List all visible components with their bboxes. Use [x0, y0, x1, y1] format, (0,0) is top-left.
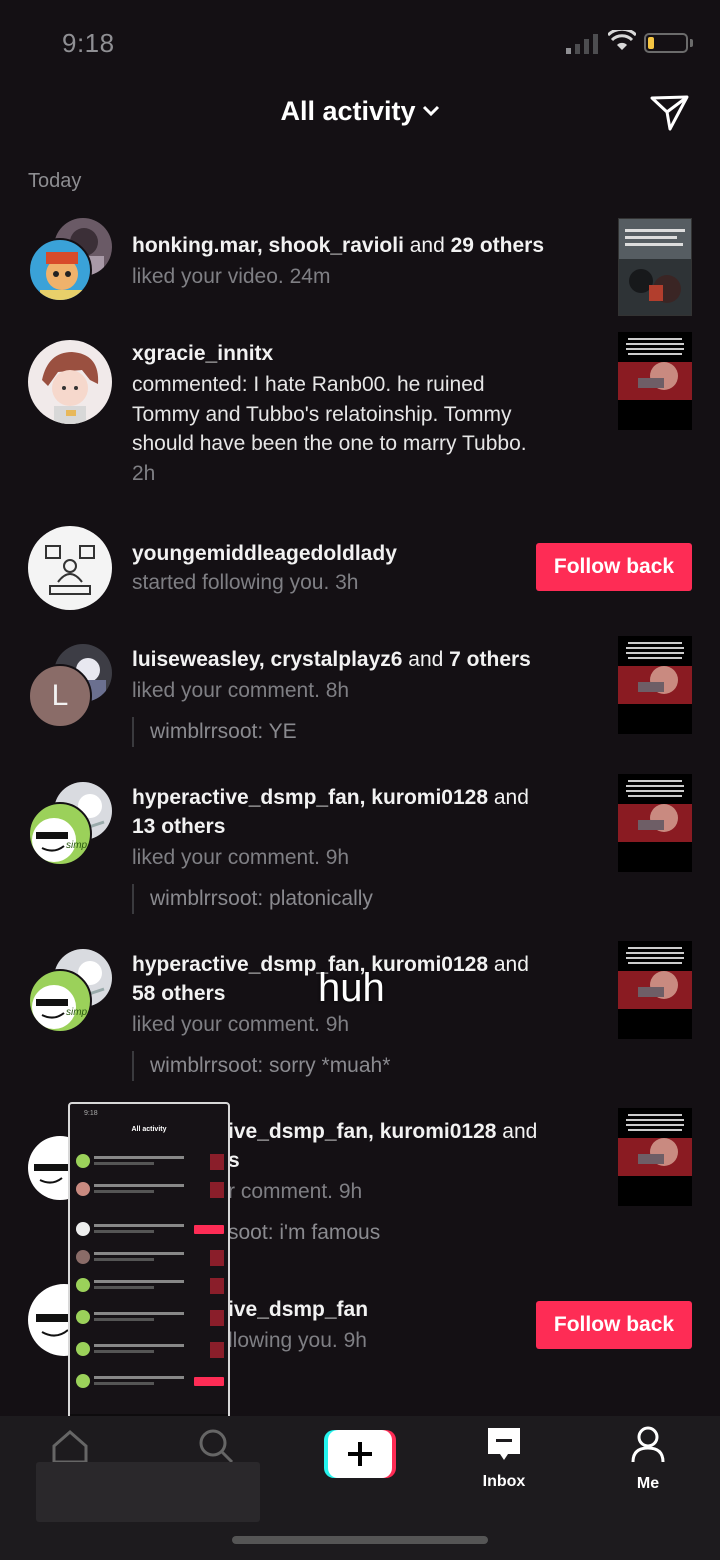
follow-back-button[interactable]: Follow back	[536, 1301, 692, 1349]
pip-row	[76, 1374, 224, 1390]
avatar: L	[28, 664, 92, 728]
avatar-group[interactable]	[28, 218, 116, 306]
create-button[interactable]	[324, 1430, 396, 1478]
quoted-comment[interactable]: wimblrrsoot: sorry *muah*	[132, 1051, 390, 1081]
tab-inbox[interactable]: Inbox	[454, 1426, 554, 1491]
home-indicator[interactable]	[232, 1536, 488, 1544]
home-icon[interactable]	[50, 1428, 90, 1464]
avatar-group[interactable]: simp	[28, 782, 116, 870]
avatar-sticker-text: simp	[66, 1007, 88, 1018]
blurred-overlay	[36, 1462, 260, 1522]
video-thumbnail[interactable]	[618, 636, 692, 734]
tab-me[interactable]: Me	[598, 1426, 698, 1493]
video-thumbnail[interactable]	[618, 332, 692, 430]
activity-item[interactable]: honking.mar, shook_ravioli and 29 others…	[0, 214, 720, 324]
activity-header: All activity	[0, 92, 720, 142]
activity-item[interactable]: xgracie_innitx commented: I hate Ranb00.…	[0, 330, 720, 500]
avatar-sticker-text: simp	[66, 840, 88, 851]
avatar-initial: L	[51, 679, 69, 712]
quoted-comment[interactable]: soot: i'm famous	[228, 1218, 380, 1248]
activity-item[interactable]: L luiseweasley, crystalplayz6 and 7 othe…	[0, 632, 720, 756]
activity-time: 2h	[132, 462, 156, 485]
activity-description: llowing you. 9h	[228, 1329, 367, 1352]
activity-description: liked your video. 24m	[132, 265, 331, 288]
tab-me-label: Me	[636, 1475, 660, 1492]
quoted-comment[interactable]: wimblrrsoot: platonically	[132, 884, 373, 914]
signal-icon	[566, 34, 598, 54]
inbox-icon	[488, 1428, 520, 1460]
video-thumbnail[interactable]	[618, 218, 692, 316]
status-bar: 9:18	[0, 0, 720, 88]
activity-usernames[interactable]: luiseweasley, crystalplayz6 and 7 others	[132, 648, 531, 672]
chevron-down-icon	[422, 105, 439, 117]
section-today: Today	[28, 170, 82, 192]
avatar-group[interactable]: L	[28, 644, 116, 732]
discover-icon[interactable]	[196, 1426, 236, 1466]
comment-line: should have been the one to marry Tubbo.	[132, 432, 527, 455]
avatar: simp	[28, 969, 92, 1033]
avatar	[28, 238, 92, 302]
pip-row	[76, 1182, 224, 1198]
activity-others[interactable]: 13 others	[132, 815, 225, 839]
follow-back-button[interactable]: Follow back	[536, 543, 692, 591]
send-icon[interactable]	[650, 94, 690, 132]
pip-row	[76, 1222, 224, 1238]
avatar-group[interactable]: simp	[28, 949, 116, 1037]
activity-filter-label: All activity	[280, 96, 416, 126]
activity-username[interactable]: xgracie_innitx	[132, 342, 273, 366]
activity-item[interactable]: simp hyperactive_dsmp_fan, kuromi0128 an…	[0, 937, 720, 1087]
pip-row	[76, 1154, 224, 1170]
battery-tip	[690, 39, 693, 47]
activity-username[interactable]: youngemiddleagedoldlady	[132, 542, 397, 566]
activity-filter-dropdown[interactable]: All activity	[0, 96, 720, 127]
pip-row	[76, 1310, 224, 1326]
video-thumbnail[interactable]	[618, 1108, 692, 1206]
pip-title: All activity	[131, 1126, 167, 1133]
activity-usernames[interactable]: ive_dsmp_fan, kuromi0128 and	[228, 1120, 537, 1144]
video-thumbnail[interactable]	[618, 774, 692, 872]
profile-icon	[631, 1426, 665, 1463]
activity-others[interactable]: 58 others	[132, 982, 225, 1006]
pip-row	[76, 1278, 224, 1294]
activity-description: liked your comment. 9h	[132, 1013, 350, 1036]
activity-usernames[interactable]: hyperactive_dsmp_fan, kuromi0128 and	[132, 786, 529, 810]
activity-item[interactable]: simp hyperactive_dsmp_fan, kuromi0128 an…	[0, 770, 720, 920]
activity-description: r comment. 9h	[228, 1180, 363, 1203]
battery-icon	[644, 33, 688, 53]
quoted-comment[interactable]: wimblrrsoot: YE	[132, 717, 297, 747]
status-time: 9:18	[62, 28, 115, 58]
comment-line: commented: I hate Ranb00. he ruined	[132, 373, 485, 396]
video-thumbnail[interactable]	[618, 941, 692, 1039]
video-caption-text: huh	[318, 966, 385, 1010]
avatar[interactable]	[28, 340, 112, 424]
activity-description: liked your comment. 9h	[132, 846, 350, 869]
avatar: simp	[28, 802, 92, 866]
activity-username[interactable]: ive_dsmp_fan	[228, 1298, 368, 1322]
wifi-icon	[608, 30, 636, 50]
activity-item[interactable]: youngemiddleagedoldlady started followin…	[0, 522, 720, 622]
pip-row	[76, 1250, 224, 1266]
tab-inbox-label: Inbox	[482, 1473, 526, 1490]
comment-line: Tommy and Tubbo's relatoinship. Tommy	[132, 403, 512, 426]
activity-description: liked your comment. 8h	[132, 679, 350, 702]
pip-time: 9:18	[84, 1110, 98, 1117]
pip-row	[76, 1342, 224, 1358]
activity-usernames[interactable]: honking.mar, shook_ravioli and 29 others	[132, 234, 544, 258]
screenshot-preview[interactable]: 9:18 All activity	[68, 1102, 230, 1438]
avatar[interactable]	[28, 526, 112, 610]
activity-description: started following you. 3h	[132, 571, 359, 594]
